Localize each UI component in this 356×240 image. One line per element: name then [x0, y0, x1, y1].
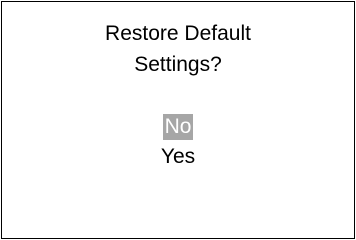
dialog-title-line2: Settings? [134, 53, 222, 76]
restore-defaults-dialog: Restore Default Settings? No Yes [1, 1, 355, 239]
option-list: No Yes [2, 114, 354, 174]
dialog-title-line1: Restore Default [105, 22, 251, 45]
option-yes[interactable]: Yes [159, 144, 197, 170]
option-no[interactable]: No [162, 114, 194, 140]
